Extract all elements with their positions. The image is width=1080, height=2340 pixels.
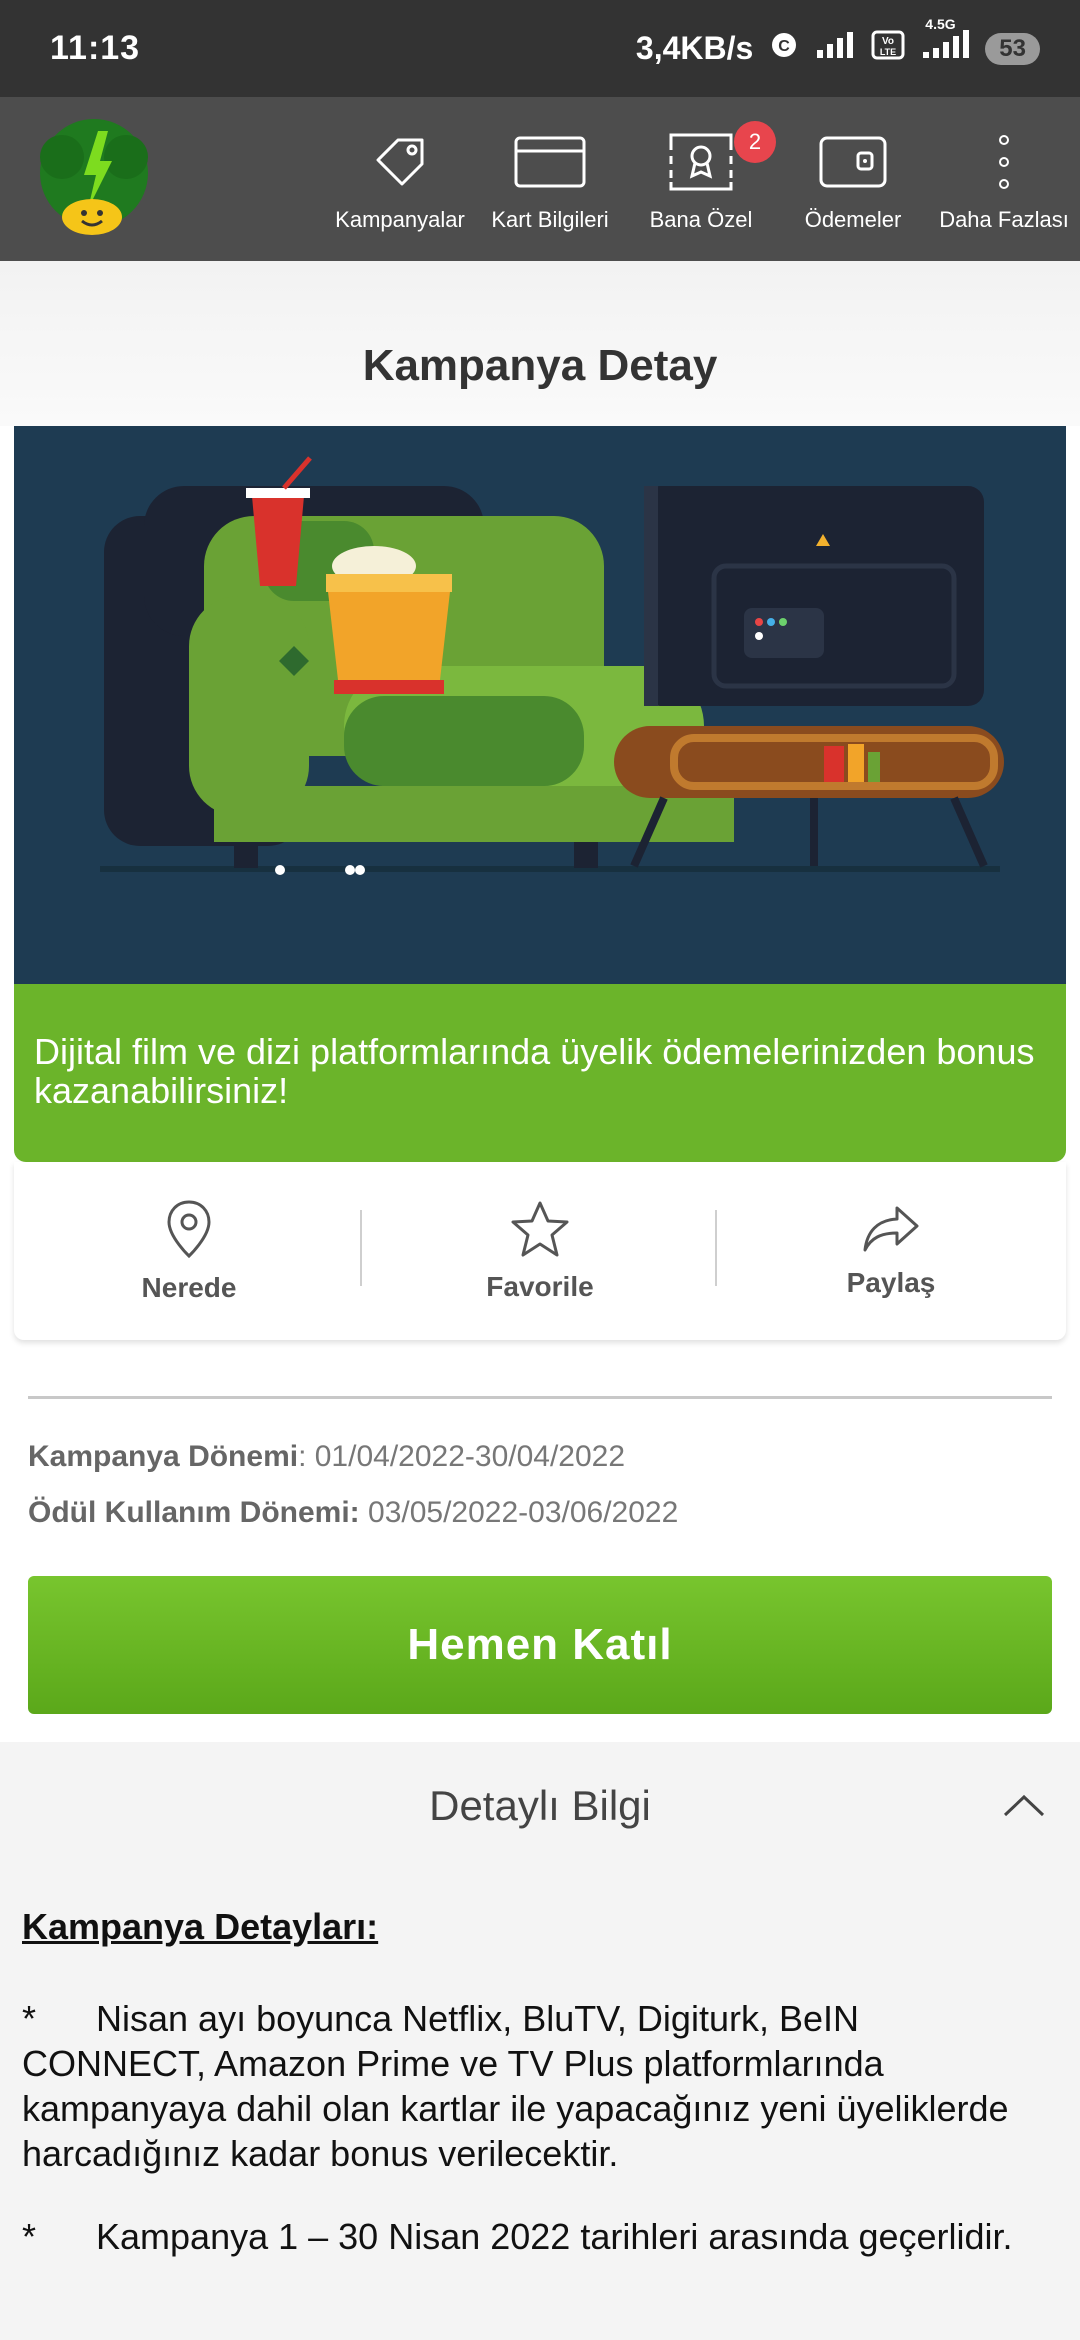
campaign-period: Kampanya Dönemi: 01/04/2022-30/04/2022 <box>28 1440 625 1474</box>
tag-icon <box>370 127 430 197</box>
card-icon <box>513 127 587 197</box>
bullet-text: Kampanya 1 – 30 Nisan 2022 tarihleri ara… <box>96 2216 1013 2257</box>
more-vertical-icon <box>997 127 1011 197</box>
bullet-marker: * <box>22 2216 37 2257</box>
volte-icon: Vo LTE <box>871 30 905 68</box>
reward-period: Ödül Kullanım Dönemi: 03/05/2022-03/06/2… <box>28 1496 678 1530</box>
list-item: * Kampanya 1 – 30 Nisan 2022 tarihleri a… <box>22 2214 1022 2259</box>
nav-item-kart-bilgileri[interactable]: Kart Bilgileri <box>475 97 625 261</box>
join-now-button[interactable]: Hemen Katıl <box>28 1576 1052 1714</box>
svg-text:LTE: LTE <box>880 47 896 57</box>
favorite-button[interactable]: Favorile <box>365 1162 715 1340</box>
network-speed: 3,4KB/s <box>635 30 754 66</box>
svg-text:C: C <box>779 38 791 55</box>
list-item: * Nisan ayı boyunca Netflix, BluTV, Digi… <box>22 1996 1022 2176</box>
divider <box>28 1396 1052 1399</box>
page-title: Kampanya Detay <box>362 341 718 390</box>
sync-icon: C <box>769 30 799 68</box>
status-bar: 11:13 3,4KB/s C Vo LTE 4.5G 53 <box>0 0 1080 97</box>
svg-text:Vo: Vo <box>882 36 894 47</box>
campaign-banner-image <box>14 426 1066 984</box>
reward-period-value: 03/05/2022-03/06/2022 <box>359 1496 679 1529</box>
location-pin-icon <box>166 1199 212 1264</box>
nav-label: Bana Özel <box>649 207 753 232</box>
details-accordion-header[interactable]: Detaylı Bilgi <box>0 1742 1080 1884</box>
network-type-label: 4.5G <box>925 15 956 32</box>
reward-period-label: Ödül Kullanım Dönemi: <box>28 1496 360 1529</box>
nav-label: Kart Bilgileri <box>491 207 609 232</box>
nav-label: Ödemeler <box>804 207 902 232</box>
signal-icon <box>815 30 855 68</box>
banner-caption: Dijital film ve dizi platformlarında üye… <box>14 984 1066 1162</box>
top-nav: Kampanyalar Kart Bilgileri 2 Bana Özel Ö… <box>0 97 1080 261</box>
nav-label: Daha Fazlası <box>939 207 1069 232</box>
campaign-period-label: Kampanya Dönemi <box>28 1440 299 1473</box>
divider <box>360 1210 362 1286</box>
nav-item-odemeler[interactable]: Ödemeler <box>778 97 928 261</box>
nav-item-bana-ozel[interactable]: 2 Bana Özel <box>626 97 776 261</box>
page-title-area: Kampanya Detay <box>0 261 1080 426</box>
campaign-period-value: : 01/04/2022-30/04/2022 <box>298 1440 626 1473</box>
details-content: Kampanya Detayları: * Nisan ayı boyunca … <box>0 1884 1080 2340</box>
status-time: 11:13 <box>50 29 141 67</box>
signal-4g-icon: 4.5G <box>921 16 970 68</box>
brand-logo[interactable] <box>32 117 156 241</box>
notification-badge: 2 <box>734 121 776 163</box>
bullet-text: Nisan ayı boyunca Netflix, BluTV, Digitu… <box>22 1998 1009 2174</box>
location-button[interactable]: Nerede <box>14 1162 364 1340</box>
favorite-label: Favorile <box>486 1270 594 1302</box>
share-button[interactable]: Paylaş <box>716 1162 1066 1340</box>
battery-indicator: 53 <box>985 32 1040 65</box>
star-icon <box>509 1200 571 1263</box>
chevron-up-icon[interactable] <box>1002 1792 1046 1823</box>
share-icon <box>861 1204 921 1259</box>
campaign-actions: Nerede Favorile Paylaş <box>14 1162 1066 1340</box>
share-label: Paylaş <box>846 1266 936 1298</box>
nav-label: Kampanyalar <box>335 207 465 232</box>
location-label: Nerede <box>141 1271 237 1303</box>
award-icon: 2 <box>668 121 776 197</box>
bullet-marker: * <box>22 1998 37 2039</box>
status-icons: 3,4KB/s C Vo LTE 4.5G 53 <box>635 16 1040 68</box>
nav-item-daha-fazlasi[interactable]: Daha Fazlası <box>932 97 1076 261</box>
details-heading: Kampanya Detayları: <box>22 1906 379 1947</box>
details-title: Detaylı Bilgi <box>429 1782 651 1829</box>
wallet-icon <box>818 127 888 197</box>
nav-item-kampanyalar[interactable]: Kampanyalar <box>325 97 475 261</box>
